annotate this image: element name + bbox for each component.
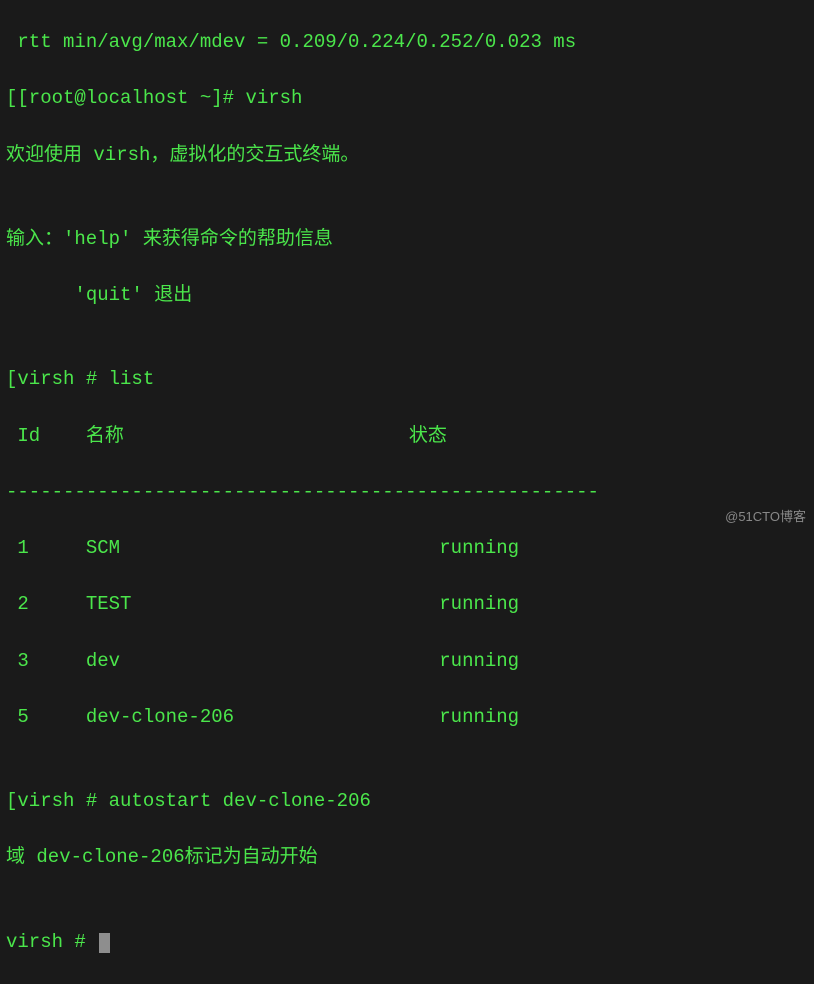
- command-line: [virsh # list: [6, 365, 808, 393]
- command-text: virsh: [245, 87, 302, 109]
- bracket: [: [6, 368, 17, 390]
- virsh-prompt: virsh #: [17, 790, 108, 812]
- cursor: [99, 933, 110, 953]
- bracket: [: [6, 87, 17, 109]
- output-line: rtt min/avg/max/mdev = 0.209/0.224/0.252…: [6, 28, 808, 56]
- command-text: autostart dev-clone-206: [109, 790, 371, 812]
- command-text: list: [109, 368, 155, 390]
- output-line: 欢迎使用 virsh，虚拟化的交互式终端。: [6, 141, 808, 169]
- shell-prompt: [root@localhost ~]#: [17, 87, 245, 109]
- output-line: 域 dev-clone-206标记为自动开始: [6, 843, 808, 871]
- table-header: Id 名称 状态: [6, 422, 808, 450]
- output-line: 输入：'help' 来获得命令的帮助信息: [6, 225, 808, 253]
- table-row: 5 dev-clone-206 running: [6, 703, 808, 731]
- bracket: [: [6, 790, 17, 812]
- terminal[interactable]: rtt min/avg/max/mdev = 0.209/0.224/0.252…: [0, 0, 814, 532]
- virsh-prompt: virsh #: [6, 931, 97, 953]
- table-row: 2 TEST running: [6, 590, 808, 618]
- command-line: [[root@localhost ~]# virsh: [6, 84, 808, 112]
- watermark: @51CTO博客: [725, 507, 806, 526]
- command-line: [virsh # autostart dev-clone-206: [6, 787, 808, 815]
- table-row: 1 SCM running: [6, 534, 808, 562]
- table-row: 3 dev running: [6, 647, 808, 675]
- virsh-prompt: virsh #: [17, 368, 108, 390]
- table-separator: ----------------------------------------…: [6, 478, 808, 506]
- command-line[interactable]: virsh #: [6, 928, 808, 956]
- output-line: 'quit' 退出: [6, 281, 808, 309]
